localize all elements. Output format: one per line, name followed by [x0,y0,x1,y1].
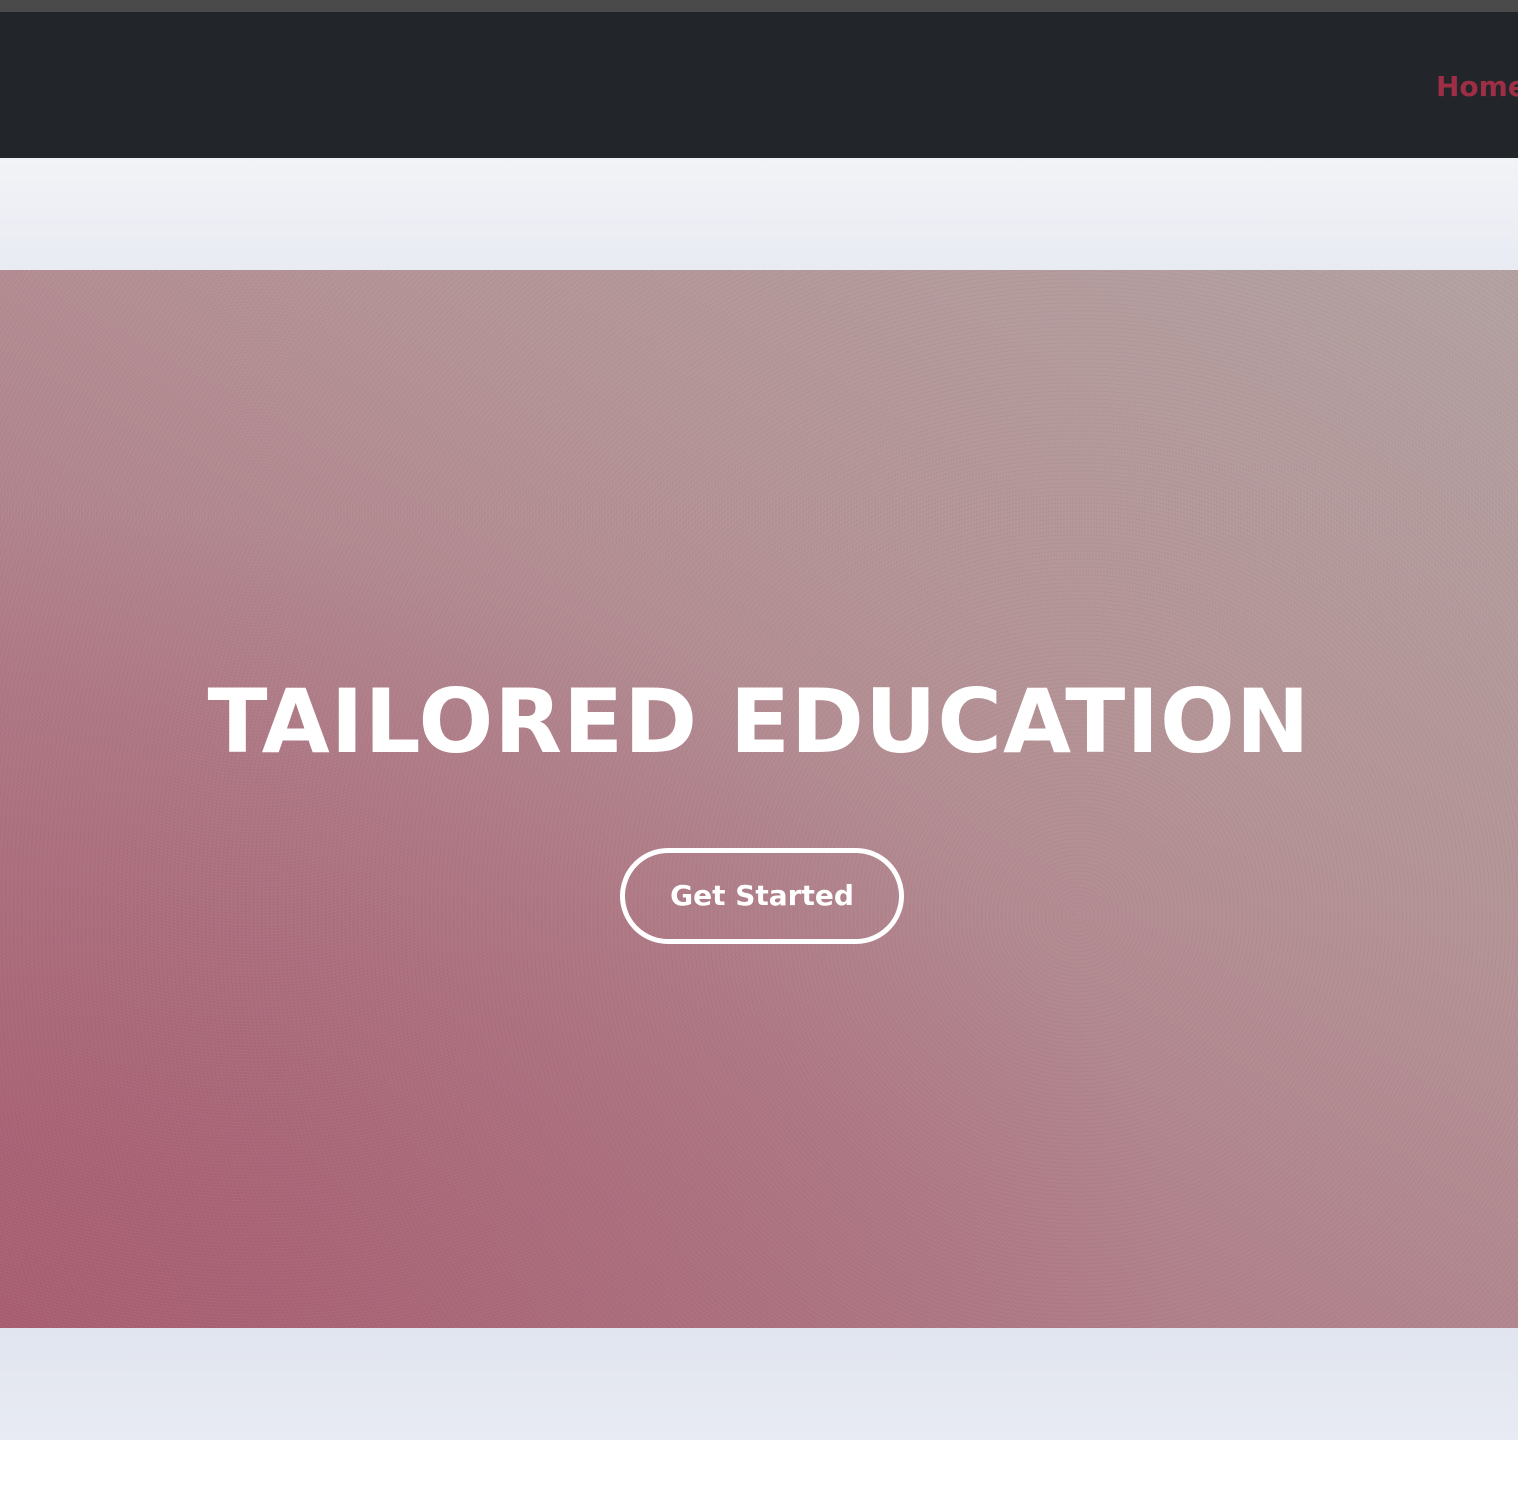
top-spacer-band [0,158,1518,270]
page-background [0,1440,1518,1510]
get-started-button[interactable]: Get Started [620,848,904,944]
hero-texture [0,270,1518,1328]
navbar: Home [0,12,1518,170]
nav-link-home[interactable]: Home [1436,68,1518,106]
bottom-spacer-band [0,1328,1518,1440]
browser-top-strip [0,0,1518,12]
hero-section: TAILORED EDUCATION Get Started [0,270,1518,1328]
hero-title: TAILORED EDUCATION [207,670,1311,773]
